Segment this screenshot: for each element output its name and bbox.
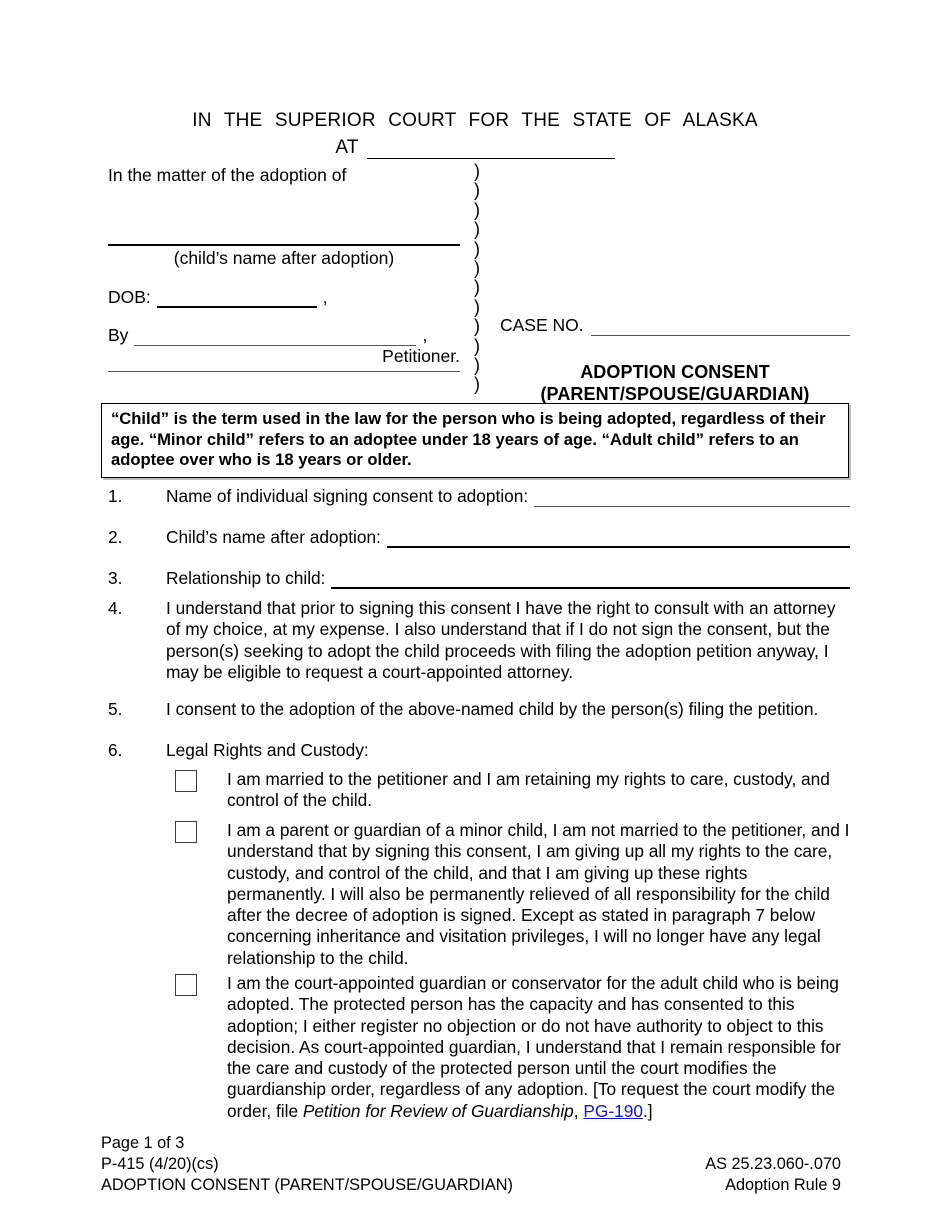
- footer-row-2: ADOPTION CONSENT (PARENT/SPOUSE/GUARDIAN…: [101, 1175, 841, 1196]
- by-comma: ,: [422, 325, 428, 345]
- checkbox-option-parent-guardian-minor[interactable]: I am a parent or guardian of a minor chi…: [108, 820, 850, 969]
- item-4: 4. I understand that prior to signing th…: [108, 598, 850, 683]
- item-1: 1. Name of individual signing consent to…: [108, 486, 850, 508]
- consenting-individual-name-input[interactable]: [534, 488, 850, 508]
- relationship-to-child-input[interactable]: [331, 569, 850, 590]
- caption-block: In the matter of the adoption of (child’…: [108, 161, 850, 404]
- child-name-after-adoption-input[interactable]: [386, 528, 850, 549]
- document-title-line2: (PARENT/SPOUSE/GUARDIAN): [540, 384, 810, 404]
- case-number-input[interactable]: [590, 317, 850, 336]
- checkbox-option-court-appointed-guardian[interactable]: I am the court-appointed guardian or con…: [108, 973, 850, 1122]
- item-5-text: I consent to the adoption of the above-n…: [166, 699, 819, 719]
- item-3-number: 3.: [108, 568, 123, 588]
- footer-row-1: P-415 (4/20)(cs) AS 25.23.060-.070: [101, 1154, 841, 1175]
- caption-right-column: CASE NO. ADOPTION CONSENT (PARENT/SPOUSE…: [500, 315, 850, 405]
- item-6: 6. Legal Rights and Custody:: [108, 740, 850, 761]
- checkbox-2-label: I am a parent or guardian of a minor chi…: [227, 820, 850, 968]
- checkbox-2-indent: [108, 820, 175, 969]
- item-6-text: Legal Rights and Custody:: [166, 740, 369, 760]
- checkbox-3-comma: ,: [573, 1100, 584, 1121]
- checkbox-1-label: I am married to the petitioner and I am …: [227, 769, 830, 811]
- petitioner-label: Petitioner.: [382, 346, 460, 366]
- case-number-row: CASE NO.: [500, 315, 850, 336]
- by-label: By: [108, 325, 129, 345]
- footer-rule: Adoption Rule 9: [725, 1176, 841, 1194]
- checkbox-1-indent: [108, 769, 175, 812]
- pg-190-link[interactable]: PG-190: [583, 1101, 643, 1121]
- checkbox-3-form-title: Petition for Review of Guardianship: [302, 1100, 574, 1121]
- court-header: IN THE SUPERIOR COURT FOR THE STATE OF A…: [0, 110, 950, 159]
- item-4-text: I understand that prior to signing this …: [166, 598, 836, 682]
- item-1-number: 1.: [108, 486, 123, 506]
- item-2: 2. Child’s name after adoption:: [108, 527, 850, 549]
- by-row: By ,: [108, 325, 460, 346]
- caption-paren-column: ) ) ) ) ) ) ) ) ) ) ) ): [474, 161, 480, 395]
- document-title-line1: ADOPTION CONSENT: [580, 362, 770, 382]
- dob-comma: ,: [322, 287, 328, 307]
- checkbox-2[interactable]: [175, 821, 197, 843]
- court-title: IN THE SUPERIOR COURT FOR THE STATE OF A…: [192, 110, 758, 131]
- item-4-number: 4.: [108, 598, 123, 618]
- item-2-number: 2.: [108, 527, 123, 547]
- item-3-label: Relationship to child:: [166, 568, 326, 588]
- court-location-input[interactable]: [366, 139, 615, 159]
- form-page: IN THE SUPERIOR COURT FOR THE STATE OF A…: [0, 0, 950, 1230]
- definition-notice-box: “Child” is the term used in the law for …: [101, 403, 849, 478]
- checkbox-option-married-petitioner[interactable]: I am married to the petitioner and I am …: [108, 769, 850, 812]
- item-1-body: Name of individual signing consent to ad…: [166, 486, 850, 508]
- footer-form-number: P-415 (4/20)(cs): [101, 1155, 219, 1173]
- item-2-body: Child’s name after adoption:: [166, 527, 850, 549]
- page-footer: Page 1 of 3 P-415 (4/20)(cs) AS 25.23.06…: [101, 1133, 841, 1196]
- checkbox-3-label: I am the court-appointed guardian or con…: [227, 973, 850, 1122]
- checkbox-3-text-part2: .]: [642, 1100, 653, 1121]
- item-3: 3. Relationship to child:: [108, 568, 850, 590]
- court-location-row: AT: [0, 137, 950, 159]
- footer-statute: AS 25.23.060-.070: [705, 1155, 841, 1173]
- checkbox-3[interactable]: [175, 974, 197, 996]
- caption-bottom-rule: [108, 370, 460, 372]
- dob-label: DOB:: [108, 287, 151, 307]
- item-5-number: 5.: [108, 699, 123, 719]
- item-1-label: Name of individual signing consent to ad…: [166, 486, 529, 506]
- at-label: AT: [335, 137, 359, 158]
- document-title: ADOPTION CONSENT (PARENT/SPOUSE/GUARDIAN…: [500, 361, 850, 405]
- dob-input[interactable]: [156, 288, 317, 308]
- child-name-caption: (child’s name after adoption): [173, 248, 395, 268]
- footer-page-label: Page 1 of 3: [101, 1134, 185, 1152]
- item-5: 5. I consent to the adoption of the abov…: [108, 699, 850, 720]
- footer-form-title: ADOPTION CONSENT (PARENT/SPOUSE/GUARDIAN…: [101, 1176, 513, 1194]
- item-6-number: 6.: [108, 740, 123, 760]
- checkbox-3-indent: [108, 973, 175, 1122]
- matter-line: In the matter of the adoption of: [108, 165, 347, 185]
- item-2-label: Child’s name after adoption:: [166, 527, 381, 547]
- case-number-label: CASE NO.: [500, 315, 584, 335]
- checkbox-1[interactable]: [175, 770, 197, 792]
- caption-left-column: In the matter of the adoption of (child’…: [108, 165, 460, 372]
- dob-row: DOB: ,: [108, 287, 460, 308]
- checkbox-3-text-part1: I am the court-appointed guardian or con…: [227, 973, 841, 1121]
- petitioner-name-input[interactable]: [134, 327, 417, 346]
- child-name-input[interactable]: [108, 243, 460, 246]
- item-3-body: Relationship to child:: [166, 568, 850, 590]
